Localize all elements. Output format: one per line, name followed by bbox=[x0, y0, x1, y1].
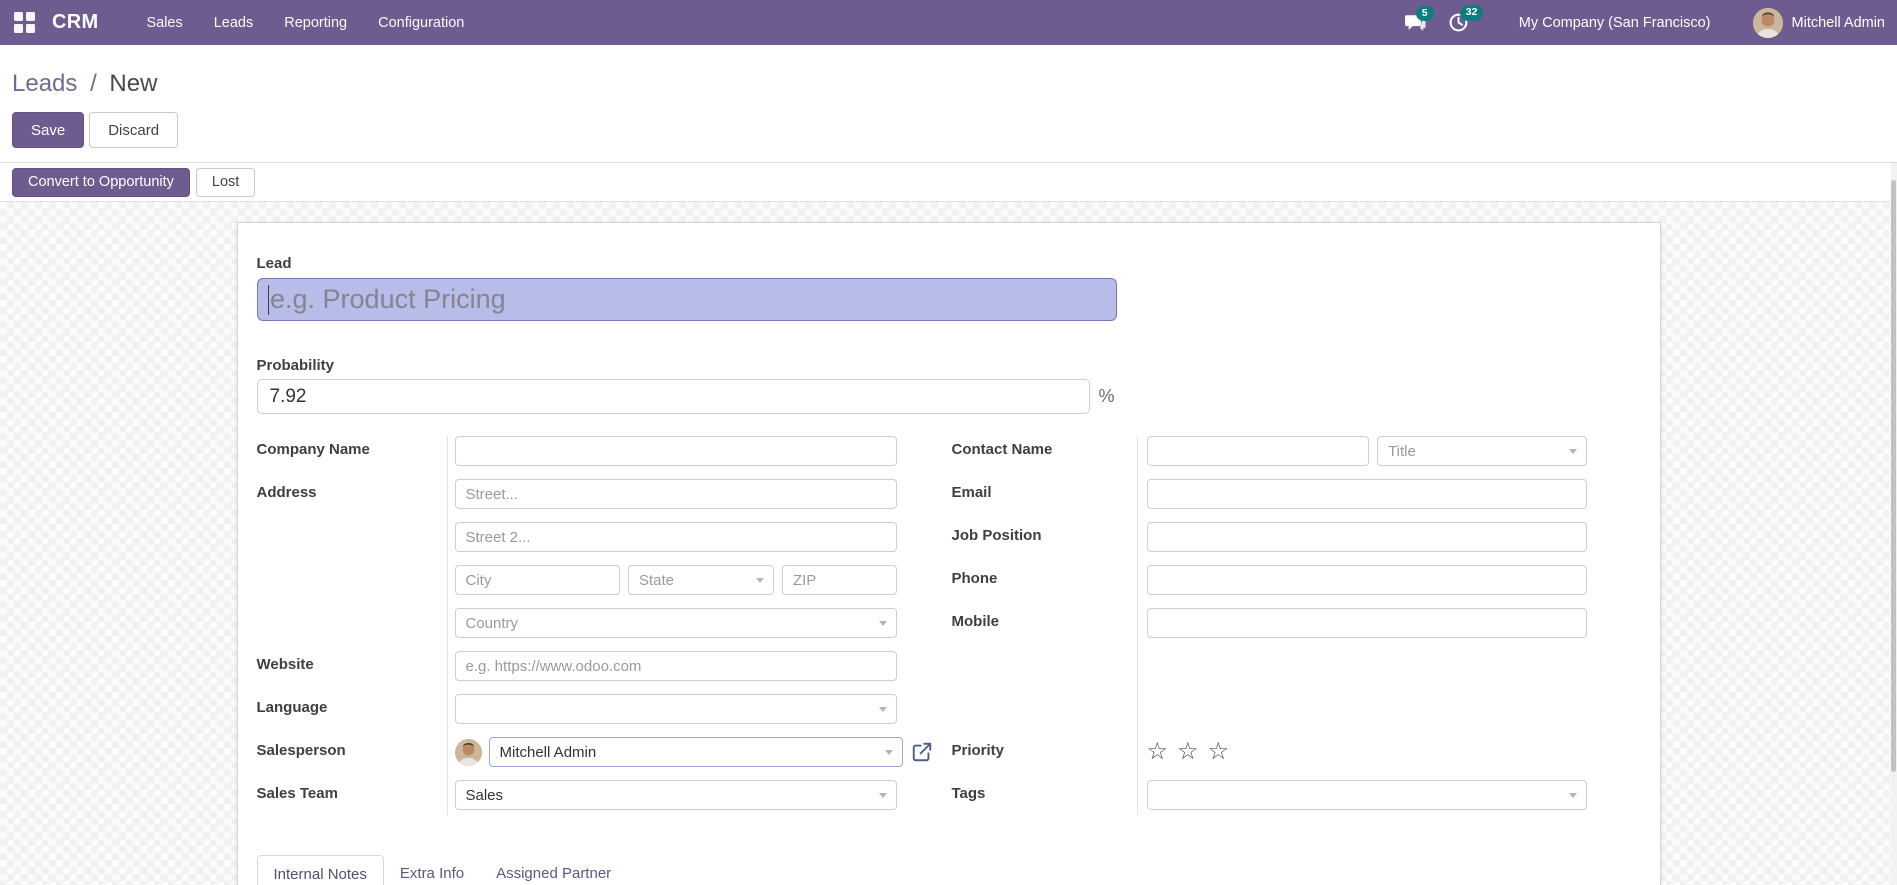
company-name-label: Company Name bbox=[256, 441, 370, 458]
chevron-down-icon bbox=[1568, 449, 1577, 454]
star-outline-icon[interactable]: ☆ bbox=[1208, 738, 1230, 764]
star-outline-icon[interactable]: ☆ bbox=[1147, 738, 1169, 764]
state-select[interactable]: State bbox=[627, 565, 774, 595]
salesperson-select[interactable]: Mitchell Admin bbox=[488, 737, 903, 767]
salesperson-avatar bbox=[454, 738, 482, 766]
tab-internal-notes[interactable]: Internal Notes bbox=[256, 855, 384, 885]
tags-label: Tags bbox=[951, 785, 986, 802]
menu-sales[interactable]: Sales bbox=[146, 15, 182, 31]
sales-team-select[interactable]: Sales bbox=[454, 780, 897, 810]
zip-input[interactable] bbox=[781, 565, 897, 595]
top-navbar: CRM Sales Leads Reporting Configuration … bbox=[0, 0, 1897, 45]
street-input[interactable] bbox=[454, 479, 897, 509]
email-input[interactable] bbox=[1146, 479, 1587, 509]
email-label: Email bbox=[951, 484, 992, 501]
menu-configuration[interactable]: Configuration bbox=[378, 15, 464, 31]
avatar-image bbox=[1752, 7, 1783, 38]
chevron-down-icon bbox=[884, 750, 893, 755]
tab-assigned-partner[interactable]: Assigned Partner bbox=[480, 855, 627, 885]
breadcrumb: Leads / New bbox=[12, 45, 1885, 98]
lead-label: Lead bbox=[256, 255, 292, 272]
contact-name-label: Contact Name bbox=[951, 441, 1053, 458]
language-label: Language bbox=[256, 699, 328, 716]
notebook-tabs: Internal Notes Extra Info Assigned Partn… bbox=[256, 855, 1641, 885]
mobile-input[interactable] bbox=[1146, 608, 1587, 638]
mobile-label: Mobile bbox=[951, 613, 1000, 630]
menu-leads[interactable]: Leads bbox=[214, 15, 254, 31]
app-title[interactable]: CRM bbox=[52, 11, 98, 34]
contact-name-input[interactable] bbox=[1146, 436, 1370, 466]
lead-name-input[interactable]: e.g. Product Pricing bbox=[256, 278, 1117, 321]
website-label: Website bbox=[256, 656, 314, 673]
activities-button[interactable]: 32 bbox=[1448, 5, 1484, 33]
user-menu[interactable]: Mitchell Admin bbox=[1792, 15, 1885, 31]
text-cursor bbox=[267, 284, 269, 315]
job-position-input[interactable] bbox=[1146, 522, 1587, 552]
probability-input[interactable] bbox=[256, 379, 1090, 414]
form-field-group: Company Name Contact Name Title Address bbox=[257, 436, 1641, 815]
phone-input[interactable] bbox=[1146, 565, 1587, 595]
breadcrumb-current: New bbox=[109, 70, 158, 97]
messages-button[interactable]: 5 bbox=[1404, 5, 1434, 33]
language-select[interactable] bbox=[454, 694, 897, 724]
street2-input[interactable] bbox=[454, 522, 897, 552]
convert-to-opportunity-button[interactable]: Convert to Opportunity bbox=[12, 167, 190, 197]
company-switcher[interactable]: My Company (San Francisco) bbox=[1519, 15, 1711, 31]
user-avatar[interactable] bbox=[1752, 7, 1783, 38]
menu-reporting[interactable]: Reporting bbox=[284, 15, 347, 31]
column-separator-left bbox=[446, 436, 448, 815]
lost-button[interactable]: Lost bbox=[195, 167, 256, 197]
odoo-crm-app: CRM Sales Leads Reporting Configuration … bbox=[0, 0, 1897, 885]
breadcrumb-separator: / bbox=[90, 70, 97, 97]
priority-stars: ☆ ☆ ☆ bbox=[1147, 737, 1587, 764]
country-select[interactable]: Country bbox=[454, 608, 897, 638]
breadcrumb-leads-link[interactable]: Leads bbox=[12, 70, 77, 97]
main-menu: Sales Leads Reporting Configuration bbox=[146, 15, 464, 31]
chevron-down-icon bbox=[878, 621, 887, 626]
company-name-input[interactable] bbox=[454, 436, 897, 466]
control-panel: Leads / New Save Discard bbox=[0, 45, 1897, 163]
address-label: Address bbox=[256, 484, 317, 501]
lead-placeholder: e.g. Product Pricing bbox=[270, 284, 506, 314]
sales-team-label: Sales Team bbox=[256, 785, 338, 802]
job-position-label: Job Position bbox=[951, 527, 1042, 544]
phone-label: Phone bbox=[951, 570, 998, 587]
discard-button[interactable]: Discard bbox=[89, 112, 179, 148]
probability-label: Probability bbox=[256, 357, 335, 374]
control-panel-buttons: Save Discard bbox=[12, 112, 1885, 148]
chevron-down-icon bbox=[878, 793, 887, 798]
activities-badge: 32 bbox=[1459, 5, 1484, 21]
star-outline-icon[interactable]: ☆ bbox=[1177, 738, 1199, 764]
tab-extra-info[interactable]: Extra Info bbox=[384, 855, 480, 885]
form-sheet: Lead e.g. Product Pricing Probability % … bbox=[236, 222, 1661, 885]
chevron-down-icon bbox=[755, 578, 764, 583]
save-button[interactable]: Save bbox=[12, 112, 85, 148]
scrollbar-thumb[interactable] bbox=[1891, 180, 1896, 772]
percent-suffix: % bbox=[1098, 386, 1115, 406]
navbar-right: 5 32 My Company (San Francisco) Mitchell… bbox=[1404, 5, 1885, 38]
title-select[interactable]: Title bbox=[1377, 436, 1587, 466]
salesperson-label: Salesperson bbox=[256, 742, 346, 759]
website-input[interactable] bbox=[454, 651, 897, 681]
priority-label: Priority bbox=[951, 742, 1005, 759]
tags-select[interactable] bbox=[1146, 780, 1587, 810]
form-statusbar: Convert to Opportunity Lost bbox=[0, 163, 1897, 202]
chevron-down-icon bbox=[1568, 793, 1577, 798]
column-separator-right bbox=[1136, 436, 1138, 815]
messages-badge: 5 bbox=[1415, 5, 1434, 22]
form-view-content: Lead e.g. Product Pricing Probability % … bbox=[0, 202, 1897, 885]
chevron-down-icon bbox=[878, 707, 887, 712]
apps-menu-icon[interactable] bbox=[14, 11, 36, 34]
vertical-scrollbar[interactable] bbox=[1891, 163, 1897, 885]
city-input[interactable] bbox=[454, 565, 620, 595]
